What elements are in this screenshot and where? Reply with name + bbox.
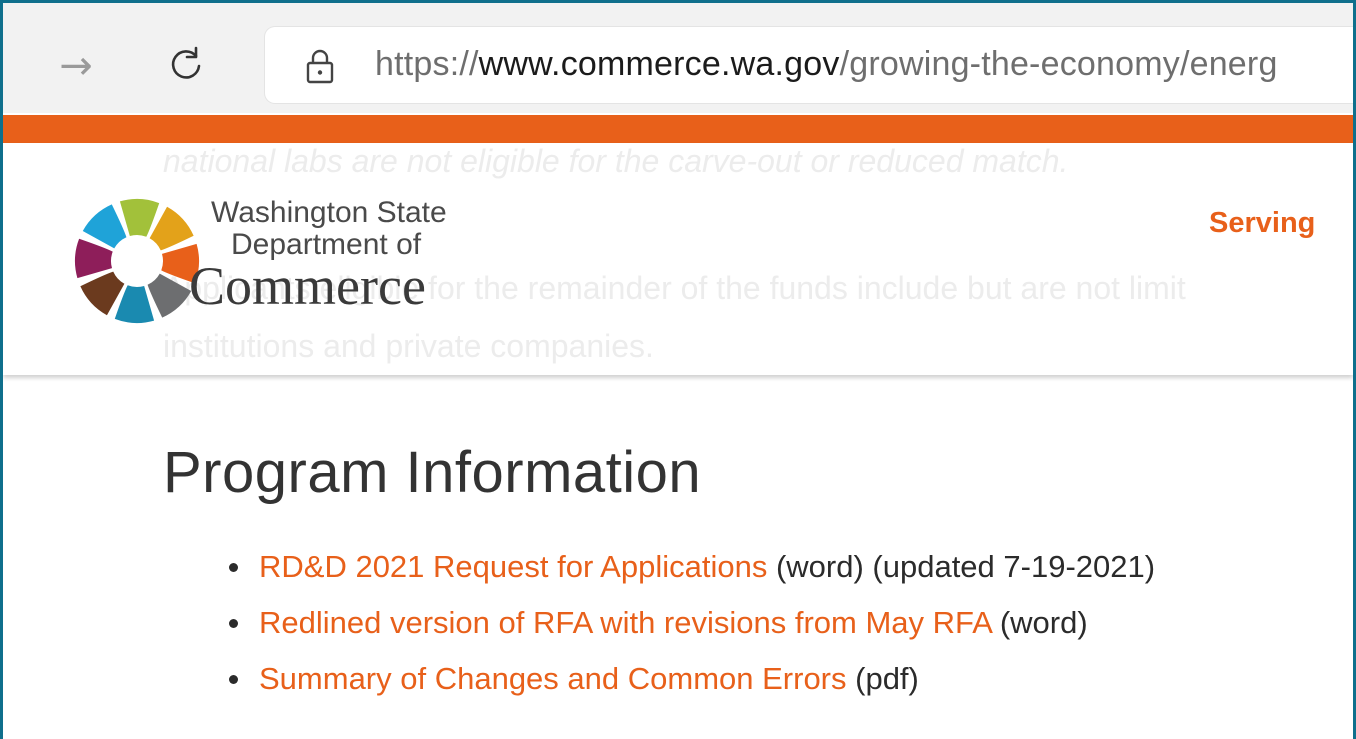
bullet-icon xyxy=(229,563,238,572)
logo-petal xyxy=(75,238,113,279)
nav-link-serving[interactable]: Serving xyxy=(1209,207,1315,240)
logo-petal xyxy=(114,285,155,323)
browser-toolbar: → https://www.commerce.wa.gov/growing-th… xyxy=(3,3,1353,113)
lock-icon[interactable] xyxy=(303,47,337,85)
list-item: Redlined version of RFA with revisions f… xyxy=(225,595,1155,651)
file-type-note: (word) (updated 7-19-2021) xyxy=(767,549,1156,584)
main-content: Program Information RD&D 2021 Request fo… xyxy=(3,375,1353,739)
reload-icon[interactable] xyxy=(163,39,209,89)
logo-petal xyxy=(149,206,194,251)
forward-arrow-icon[interactable]: → xyxy=(53,43,99,89)
bullet-icon xyxy=(229,619,238,628)
url-domain: www.commerce.wa.gov xyxy=(478,45,840,83)
logo-petal xyxy=(82,204,127,249)
list-item: RD&D 2021 Request for Applications (word… xyxy=(225,539,1155,595)
url-scheme: https:// xyxy=(375,45,479,83)
logo-petal xyxy=(80,271,125,316)
logo-line-state: Washington State xyxy=(211,196,447,229)
rfa-link[interactable]: RD&D 2021 Request for Applications xyxy=(259,549,767,584)
background-text-line: institutions and private companies. xyxy=(163,328,654,364)
redlined-rfa-link[interactable]: Redlined version of RFA with revisions f… xyxy=(259,605,991,640)
list-item: Summary of Changes and Common Errors (pd… xyxy=(225,651,1155,707)
logo-petal xyxy=(119,199,160,237)
bullet-icon xyxy=(229,675,238,684)
commerce-logo-icon[interactable] xyxy=(69,193,205,329)
file-type-note: (word) xyxy=(991,605,1088,640)
url-path: /growing-the-economy/energ xyxy=(839,45,1278,83)
address-bar[interactable]: https://www.commerce.wa.gov/growing-the-… xyxy=(265,27,1353,103)
program-info-list: RD&D 2021 Request for Applications (word… xyxy=(225,539,1155,707)
site-accent-bar xyxy=(3,115,1353,143)
file-type-note: (pdf) xyxy=(846,661,919,696)
page-title: Program Information xyxy=(163,440,702,505)
browser-window: → https://www.commerce.wa.gov/growing-th… xyxy=(0,0,1356,739)
site-header: national labs are not eligible for the c… xyxy=(3,143,1353,375)
logo-petal xyxy=(147,273,192,318)
logo-line-commerce: Commerce xyxy=(189,256,426,316)
background-text-line: national labs are not eligible for the c… xyxy=(163,143,1069,179)
site-logo-text[interactable]: Washington State Department of Commerce xyxy=(189,196,447,314)
url-text[interactable]: https://www.commerce.wa.gov/growing-the-… xyxy=(375,45,1278,84)
summary-changes-link[interactable]: Summary of Changes and Common Errors xyxy=(259,661,847,696)
